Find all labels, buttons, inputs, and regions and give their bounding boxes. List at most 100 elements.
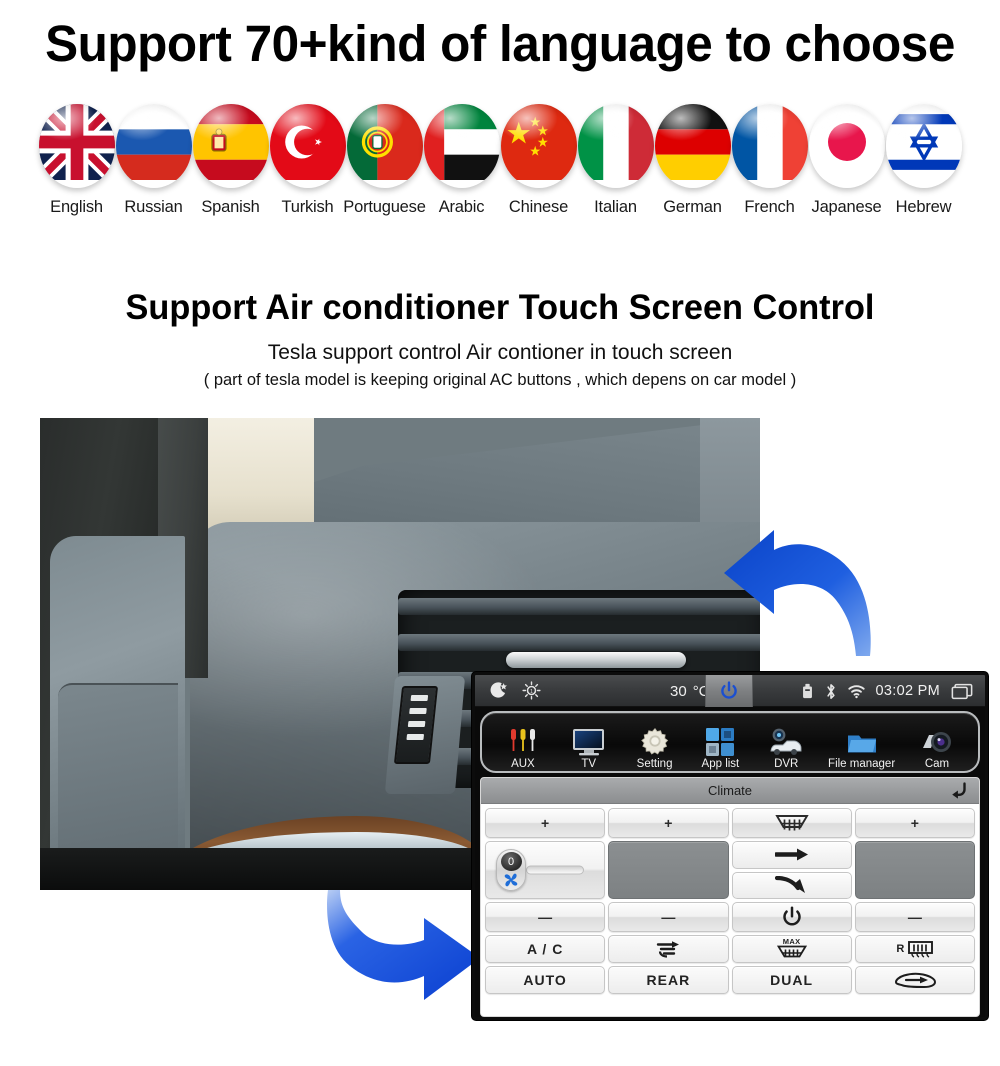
- outside-temperature: 30 °C: [670, 675, 710, 707]
- arrow-down-right-icon: [774, 875, 809, 895]
- gear-icon: [640, 724, 670, 756]
- climate-header: Climate: [481, 778, 979, 804]
- flag-label: Chinese: [508, 198, 569, 216]
- flag-item-spanish[interactable]: Spanish: [192, 104, 269, 217]
- status-bar: 1 30 °C 03:02 PM: [475, 675, 985, 707]
- driver-temp-up-button[interactable]: +: [485, 808, 606, 838]
- flag-germany-icon: [654, 104, 731, 188]
- minus-icon: —: [907, 909, 922, 925]
- flag-italy-icon: [577, 104, 654, 188]
- plus-icon: +: [664, 815, 673, 831]
- app-shortcut-bar: AUX TV Setting App list DVR File manager…: [480, 711, 980, 773]
- flag-item-german[interactable]: German: [654, 104, 731, 217]
- car-recirculation-icon: [893, 970, 937, 990]
- airflow-floor-button[interactable]: [731, 871, 852, 899]
- app-file-manager[interactable]: File manager: [828, 714, 895, 770]
- flag-label: Russian: [124, 198, 183, 216]
- ac-button[interactable]: A / C: [485, 935, 606, 963]
- driver-temp-down-button[interactable]: —: [485, 902, 606, 932]
- app-label: File manager: [828, 758, 896, 770]
- flag-russia-icon: [115, 104, 192, 188]
- moon-star-icon[interactable]: [489, 681, 508, 700]
- flag-israel-icon: [885, 104, 962, 188]
- flag-item-portuguese[interactable]: Portuguese: [343, 104, 426, 217]
- ac-label: A / C: [526, 941, 564, 957]
- climate-button-grid: + + + 0 — — — A / C MAX R AUTO REAR DUAL: [481, 804, 979, 1016]
- rear-mode-label: REAR: [646, 972, 691, 988]
- passenger-temp-up-button[interactable]: +: [608, 808, 729, 838]
- driver-temp-display[interactable]: [608, 841, 729, 899]
- airflow-face-button[interactable]: [731, 841, 852, 869]
- flag-uae-icon: [423, 104, 500, 188]
- flag-item-russian[interactable]: Russian: [115, 104, 192, 217]
- app-label: Cam: [924, 758, 950, 770]
- fan-speed-down-button[interactable]: —: [854, 902, 975, 932]
- app-app-list[interactable]: App list: [696, 714, 744, 770]
- power-button[interactable]: [705, 675, 753, 707]
- minus-icon: —: [538, 909, 553, 925]
- app-aux[interactable]: AUX: [499, 714, 547, 770]
- app-cam[interactable]: Cam: [913, 714, 961, 770]
- front-defrost-button[interactable]: [731, 808, 852, 838]
- wifi-icon: [847, 684, 865, 699]
- flag-item-chinese[interactable]: Chinese: [500, 104, 577, 217]
- app-label: Setting: [636, 758, 673, 770]
- flag-item-hebrew[interactable]: Hebrew: [885, 104, 962, 217]
- rear-label: R: [896, 943, 905, 955]
- passenger-temp-down-button[interactable]: —: [608, 902, 729, 932]
- flag-uk-icon: [38, 104, 115, 188]
- ac-subheading: Tesla support control Air contioner in t…: [267, 341, 733, 364]
- flag-strip: English Russian Spanish Turkish Portugue…: [0, 104, 1000, 239]
- rear-defrost-button[interactable]: R: [854, 935, 975, 963]
- app-setting[interactable]: Setting: [631, 714, 679, 770]
- passenger-temp-display[interactable]: [854, 841, 975, 899]
- svg-text:1: 1: [530, 689, 533, 695]
- flag-item-english[interactable]: English: [38, 104, 115, 217]
- auto-button[interactable]: AUTO: [485, 966, 606, 994]
- auto-label: AUTO: [523, 972, 567, 988]
- flag-label: Italian: [594, 198, 637, 216]
- fan-speed-up-button[interactable]: +: [854, 808, 975, 838]
- dual-button[interactable]: DUAL: [731, 966, 852, 994]
- flag-label: Hebrew: [895, 198, 952, 216]
- plus-icon: +: [910, 815, 919, 831]
- car-head-unit-screen[interactable]: 1 30 °C 03:02 PM AUX TV Setting App list…: [472, 672, 988, 1020]
- brightness-sun-icon[interactable]: 1: [522, 681, 541, 700]
- slider-track[interactable]: [526, 865, 585, 875]
- flag-item-turkish[interactable]: Turkish: [269, 104, 346, 217]
- flag-label: Japanese: [811, 198, 882, 216]
- app-tv[interactable]: TV: [565, 714, 613, 770]
- recirculate-button[interactable]: [608, 935, 729, 963]
- recirculate-airflow-icon: [654, 939, 682, 959]
- fan-speed-slider[interactable]: 0: [485, 841, 606, 899]
- rear-button[interactable]: REAR: [608, 966, 729, 994]
- app-dvr[interactable]: DVR: [762, 714, 810, 770]
- product-feature-page: Support 70+kind of language to choose En…: [0, 0, 1000, 1066]
- temperature-value: 30: [670, 682, 687, 700]
- flag-label: Arabic: [438, 198, 485, 216]
- folder-icon: [847, 724, 877, 756]
- back-arrow-icon[interactable]: [948, 779, 970, 801]
- max-label: MAX: [782, 936, 801, 946]
- flag-item-japanese[interactable]: Japanese: [808, 104, 885, 217]
- flag-item-arabic[interactable]: Arabic: [423, 104, 500, 217]
- flag-item-french[interactable]: French: [731, 104, 808, 217]
- air-recirculation-button[interactable]: [854, 966, 975, 994]
- arrow-right-icon: [774, 848, 809, 861]
- flag-item-italian[interactable]: Italian: [577, 104, 654, 217]
- app-label: App list: [701, 758, 740, 770]
- plus-icon: +: [541, 815, 550, 831]
- flag-turkey-icon: [269, 104, 346, 188]
- dual-label: DUAL: [770, 972, 814, 988]
- flag-label: English: [50, 198, 103, 216]
- slider-handle[interactable]: 0: [496, 849, 526, 891]
- minus-icon: —: [661, 909, 676, 925]
- climate-power-button[interactable]: [731, 902, 852, 932]
- flag-label: Portuguese: [343, 198, 426, 216]
- app-label: TV: [581, 758, 597, 770]
- window-restore-icon[interactable]: [951, 683, 973, 700]
- fan-speed-value: 0: [500, 852, 522, 871]
- front-defrost-icon: [774, 814, 809, 833]
- language-heading: Support 70+kind of language to choose: [45, 15, 955, 72]
- max-defrost-button[interactable]: MAX: [731, 935, 852, 963]
